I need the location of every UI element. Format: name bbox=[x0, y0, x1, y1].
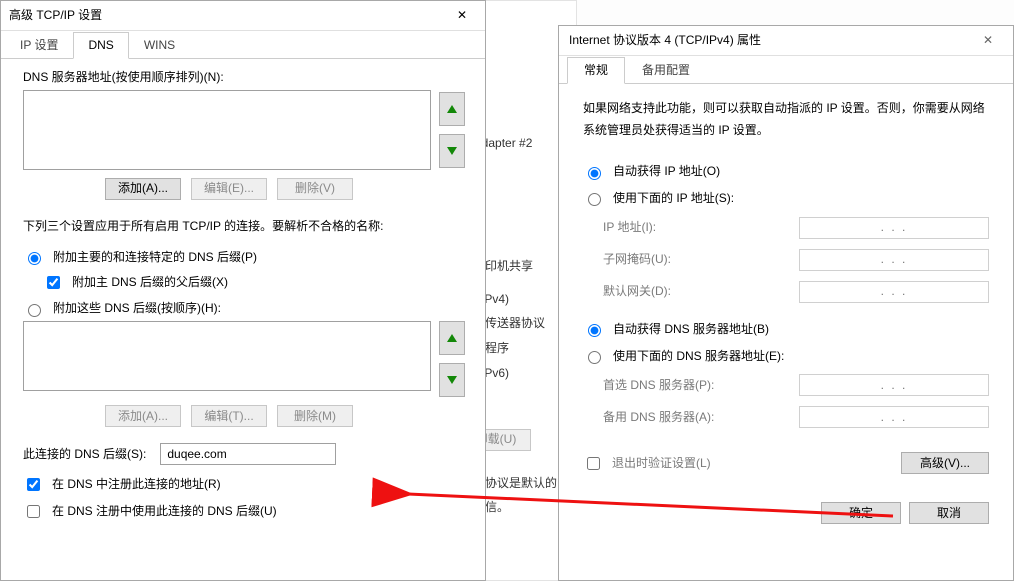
arrow-down-icon bbox=[447, 376, 457, 384]
ipv4-titlebar: Internet 协议版本 4 (TCP/IPv4) 属性 ✕ bbox=[559, 26, 1013, 56]
suffix-remove-button[interactable]: 删除(M) bbox=[277, 405, 353, 427]
radio-append-primary[interactable] bbox=[28, 252, 41, 265]
ipv4-tabs: 常规 备用配置 bbox=[559, 56, 1013, 84]
dns-remove-button[interactable]: 删除(V) bbox=[277, 178, 353, 200]
advanced-title: 高级 TCP/IP 设置 bbox=[9, 7, 102, 24]
input-pref-dns[interactable]: . . . bbox=[799, 374, 989, 396]
input-alt-dns[interactable]: . . . bbox=[799, 406, 989, 428]
radio-use-dns-label: 使用下面的 DNS 服务器地址(E): bbox=[613, 348, 784, 365]
arrow-down-icon bbox=[447, 147, 457, 155]
ipv4-title: Internet 协议版本 4 (TCP/IPv4) 属性 bbox=[569, 32, 761, 49]
radio-auto-dns-label: 自动获得 DNS 服务器地址(B) bbox=[613, 321, 769, 338]
radio-use-dns[interactable] bbox=[588, 351, 601, 364]
input-ip-address[interactable]: . . . bbox=[799, 217, 989, 239]
close-button[interactable]: ✕ bbox=[973, 29, 1003, 53]
arrow-up-icon bbox=[447, 105, 457, 113]
checkbox-use-suffix-in-reg-label: 在 DNS 注册中使用此连接的 DNS 后缀(U) bbox=[52, 503, 277, 520]
tab-dns[interactable]: DNS bbox=[73, 32, 128, 59]
lbl-subnet-mask: 子网掩码(U): bbox=[603, 251, 671, 268]
advanced-titlebar: 高级 TCP/IP 设置 ✕ bbox=[1, 1, 485, 31]
dns-edit-button[interactable]: 编辑(E)... bbox=[191, 178, 267, 200]
tab-general[interactable]: 常规 bbox=[567, 57, 625, 84]
dns-suffix-listbox[interactable] bbox=[23, 321, 431, 391]
close-button[interactable]: ✕ bbox=[447, 4, 477, 28]
tab-alt-config[interactable]: 备用配置 bbox=[625, 57, 707, 84]
suffix-add-button[interactable]: 添加(A)... bbox=[105, 405, 181, 427]
lbl-default-gateway: 默认网关(D): bbox=[603, 283, 671, 300]
close-icon: ✕ bbox=[457, 7, 467, 24]
checkbox-append-parent-label: 附加主 DNS 后缀的父后缀(X) bbox=[72, 274, 228, 291]
advanced-tcpip-dialog: 高级 TCP/IP 设置 ✕ IP 设置 DNS WINS DNS 服务器地址(… bbox=[0, 0, 486, 581]
radio-auto-dns[interactable] bbox=[588, 324, 601, 337]
radio-append-primary-label: 附加主要的和连接特定的 DNS 后缀(P) bbox=[53, 249, 257, 266]
ipv4-intro-text: 如果网络支持此功能，则可以获取自动指派的 IP 设置。否则，你需要从网络系统管理… bbox=[583, 98, 989, 141]
suffix-move-up-button[interactable] bbox=[439, 321, 465, 355]
close-icon: ✕ bbox=[983, 32, 993, 49]
dns-servers-listbox[interactable] bbox=[23, 90, 431, 170]
checkbox-validate-on-exit[interactable] bbox=[587, 457, 600, 470]
radio-use-ip-label: 使用下面的 IP 地址(S): bbox=[613, 190, 734, 207]
radio-auto-ip-label: 自动获得 IP 地址(O) bbox=[613, 163, 720, 180]
lbl-ip-address: IP 地址(I): bbox=[603, 219, 656, 236]
ipv4-properties-dialog: Internet 协议版本 4 (TCP/IPv4) 属性 ✕ 常规 备用配置 … bbox=[558, 25, 1014, 581]
dns-move-down-button[interactable] bbox=[439, 134, 465, 168]
dns-servers-label: DNS 服务器地址(按使用顺序排列)(N): bbox=[23, 69, 465, 86]
radio-append-these[interactable] bbox=[28, 304, 41, 317]
radio-auto-ip[interactable] bbox=[588, 167, 601, 180]
radio-use-ip[interactable] bbox=[588, 193, 601, 206]
suffix-move-down-button[interactable] bbox=[439, 363, 465, 397]
suffix-edit-button[interactable]: 编辑(T)... bbox=[191, 405, 267, 427]
checkbox-register-in-dns-label: 在 DNS 中注册此连接的地址(R) bbox=[52, 476, 221, 493]
checkbox-register-in-dns[interactable] bbox=[27, 478, 40, 491]
dns-add-button[interactable]: 添加(A)... bbox=[105, 178, 181, 200]
checkbox-append-parent[interactable] bbox=[47, 276, 60, 289]
cancel-button[interactable]: 取消 bbox=[909, 502, 989, 524]
lbl-pref-dns: 首选 DNS 服务器(P): bbox=[603, 377, 714, 394]
advanced-button[interactable]: 高级(V)... bbox=[901, 452, 989, 474]
conn-suffix-input[interactable] bbox=[160, 443, 336, 465]
ok-button[interactable]: 确定 bbox=[821, 502, 901, 524]
input-default-gateway[interactable]: . . . bbox=[799, 281, 989, 303]
tab-wins[interactable]: WINS bbox=[129, 32, 190, 59]
conn-suffix-label: 此连接的 DNS 后缀(S): bbox=[23, 446, 146, 463]
dns-move-up-button[interactable] bbox=[439, 92, 465, 126]
three-settings-note: 下列三个设置应用于所有启用 TCP/IP 的连接。要解析不合格的名称: bbox=[23, 218, 465, 235]
checkbox-validate-on-exit-label: 退出时验证设置(L) bbox=[612, 455, 711, 472]
tab-ip-settings[interactable]: IP 设置 bbox=[5, 32, 73, 59]
checkbox-use-suffix-in-reg[interactable] bbox=[27, 505, 40, 518]
advanced-tabs: IP 设置 DNS WINS bbox=[1, 31, 485, 59]
arrow-up-icon bbox=[447, 334, 457, 342]
input-subnet-mask[interactable]: . . . bbox=[799, 249, 989, 271]
radio-append-these-label: 附加这些 DNS 后缀(按顺序)(H): bbox=[53, 300, 221, 317]
lbl-alt-dns: 备用 DNS 服务器(A): bbox=[603, 409, 714, 426]
